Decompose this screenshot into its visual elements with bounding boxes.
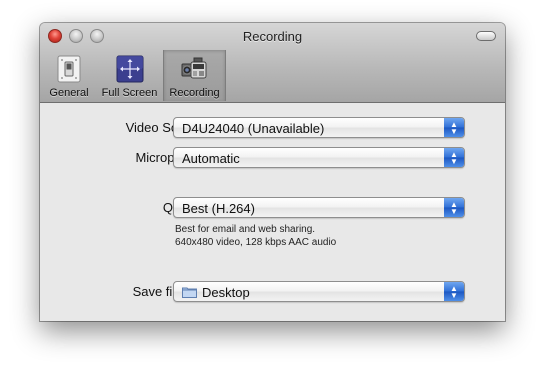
updown-arrows-icon: ▲ ▼	[444, 118, 464, 137]
tab-general[interactable]: General	[44, 50, 94, 101]
quality-hint-line1: Best for email and web sharing.	[175, 224, 316, 235]
folder-icon	[182, 287, 197, 298]
tab-recording-label: Recording	[169, 87, 220, 99]
updown-arrows-icon: ▲ ▼	[444, 148, 464, 167]
video-source-value: D4U24040 (Unavailable)	[182, 121, 325, 136]
updown-arrows-icon: ▲ ▼	[444, 282, 464, 301]
quality-hint-line2: 640x480 video, 128 kbps AAC audio	[175, 237, 337, 248]
microphone-value: Automatic	[182, 151, 240, 166]
window-title: Recording	[242, 29, 303, 44]
tab-full-screen[interactable]: Full Screen	[98, 50, 161, 101]
tab-general-label: General	[49, 87, 89, 99]
fullscreen-arrows-icon	[116, 55, 143, 83]
video-source-popup[interactable]: D4U24040 (Unavailable) ▲ ▼	[173, 117, 465, 138]
recording-settings-pane: Video Source: D4U24040 (Unavailable) ▲ ▼ …	[40, 104, 505, 321]
toolbar-toggle-button[interactable]	[476, 31, 496, 41]
title-toolbar: Recording General Full Screen Recording	[40, 23, 505, 103]
tab-full-screen-label: Full Screen	[101, 87, 158, 99]
save-location-popup[interactable]: Desktop ▲ ▼	[173, 281, 465, 302]
preferences-window: Recording General Full Screen Recording …	[40, 23, 505, 321]
quality-value: Best (H.264)	[182, 201, 255, 216]
updown-arrows-icon: ▲ ▼	[444, 198, 464, 217]
tab-recording[interactable]: Recording	[163, 50, 226, 101]
microphone-popup[interactable]: Automatic ▲ ▼	[173, 147, 465, 168]
quality-popup[interactable]: Best (H.264) ▲ ▼	[173, 197, 465, 218]
save-location-value: Desktop	[202, 285, 250, 300]
camcorder-icon	[181, 57, 206, 79]
switch-icon	[57, 55, 81, 83]
